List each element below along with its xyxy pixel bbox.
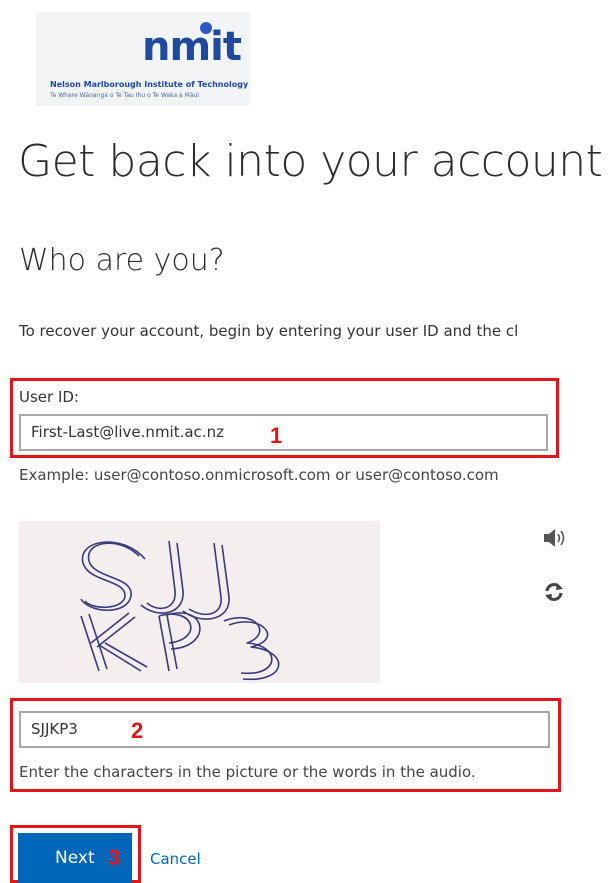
- nmit-logo: nmit Nelson Marlborough Institute of Tec…: [36, 12, 250, 106]
- logo-tagline-1: Nelson Marlborough Institute of Technolo…: [50, 80, 249, 89]
- next-button-label: Next: [55, 848, 95, 868]
- userid-example: Example: user@contoso.onmicrosoft.com or…: [19, 466, 499, 484]
- userid-input[interactable]: First-Last@live.nmit.ac.nz: [19, 414, 548, 451]
- step-number-2: 2: [131, 718, 144, 743]
- intro-text: To recover your account, begin by enteri…: [19, 322, 519, 340]
- logo-wordmark: nmit: [142, 24, 242, 70]
- page-title: Get back into your account: [18, 136, 603, 187]
- step-number-3: 3: [108, 845, 121, 870]
- step-number-1: 1: [270, 423, 283, 448]
- userid-label: User ID:: [19, 388, 79, 406]
- refresh-icon[interactable]: [543, 581, 565, 603]
- speaker-icon[interactable]: [543, 528, 567, 548]
- page-subtitle: Who are you?: [19, 243, 225, 278]
- cancel-link[interactable]: Cancel: [150, 850, 201, 868]
- captcha-glyphs: [80, 540, 280, 681]
- captcha-input[interactable]: SJJKP3: [19, 711, 550, 748]
- captcha-hint: Enter the characters in the picture or t…: [19, 763, 476, 781]
- captcha-image: [19, 521, 380, 683]
- logo-dot: [200, 22, 212, 34]
- logo-tagline-2: Te Whare Wānanga o Te Tau Ihu o Te Waka …: [50, 92, 199, 99]
